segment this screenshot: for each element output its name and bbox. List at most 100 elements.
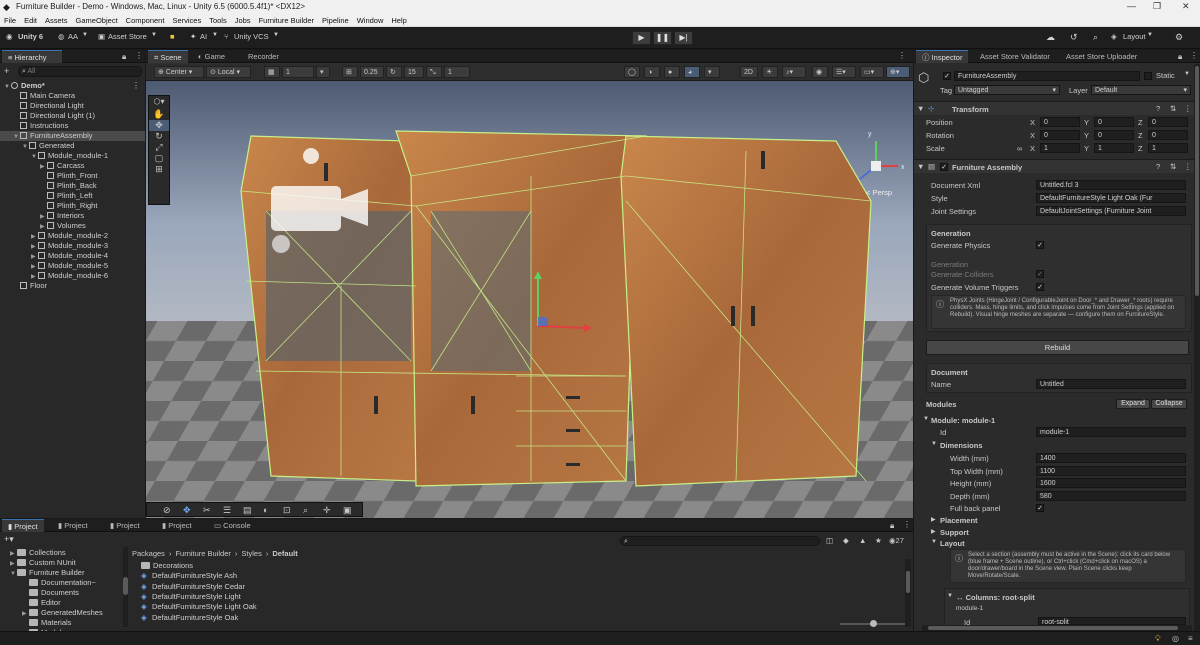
snap-scale-field[interactable]: 1 [444, 66, 470, 78]
hierarchy-item[interactable]: ▶ Module_module-4 [0, 251, 108, 261]
asset-item[interactable]: ◈ DefaultFurnitureStyle Cedar [141, 582, 245, 592]
joint-settings-field[interactable]: DefaultJointSettings (Furniture Joint [1036, 206, 1186, 216]
hierarchy-item[interactable]: ▶ Interiors [0, 211, 84, 221]
asset-item[interactable]: ◈ DefaultFurnitureStyle Light Oak [141, 602, 257, 612]
chevron-down-icon[interactable]: ▼ [1184, 71, 1190, 77]
transform-position-x-field[interactable]: 0 [1040, 117, 1080, 127]
folder-tree-item[interactable]: ▶ Custom NUnit [10, 558, 76, 568]
hierarchy-item[interactable]: Plinth_Back [0, 181, 97, 191]
shaded-wire-icon[interactable]: ◑ [644, 66, 660, 78]
dimension-width-field[interactable]: 1400 [1036, 453, 1186, 463]
folder-tree-item[interactable]: ▼ Furniture Builder [10, 568, 84, 578]
close-icon[interactable]: ✕ [1182, 1, 1190, 12]
lock-icon[interactable]: 🔒︎ [1178, 52, 1182, 62]
dimension-topwidth-field[interactable]: 1100 [1036, 465, 1186, 476]
more-menu-icon[interactable]: ⋮ [135, 51, 143, 60]
inspector-scroll-thumb[interactable] [1195, 66, 1199, 296]
hierarchy-item[interactable]: Directional Light [0, 101, 84, 111]
breadcrumb-styles[interactable]: Styles [241, 549, 261, 558]
transform-rotation-y-field[interactable]: 0 [1094, 130, 1134, 140]
minimize-icon[interactable]: — [1127, 1, 1136, 11]
object-name-field[interactable]: FurnitureAssembly [954, 71, 1140, 81]
asset-item[interactable]: ◈ DefaultFurnitureStyle Light [141, 592, 241, 602]
overlay-tool-7-icon[interactable]: ⊡ [283, 505, 291, 516]
settings-icon[interactable]: ⚙ [1175, 32, 1183, 43]
menu-services[interactable]: Services [172, 16, 201, 25]
visibility-icon[interactable]: ◉ [812, 66, 828, 78]
folder-tree-item[interactable]: Documents [22, 588, 79, 598]
rect-tool-icon[interactable]: ▢ [149, 153, 169, 164]
hierarchy-item[interactable]: ▶ Module_module-6 [0, 271, 108, 281]
document-name-field[interactable]: Untitled [1036, 379, 1186, 389]
filter-type-icon[interactable]: ◫ [826, 536, 833, 545]
menu-window[interactable]: Window [357, 16, 384, 25]
constrain-scale-icon[interactable]: ∞ [1017, 144, 1022, 153]
folder-item[interactable]: Decorations [141, 561, 193, 571]
camera-settings-icon[interactable]: ▭▾ [860, 66, 884, 78]
document-xml-field[interactable]: Untitled.fcl 3 [1036, 180, 1186, 190]
more-menu-icon[interactable]: ⋮ [1184, 162, 1192, 171]
hierarchy-item[interactable]: Plinth_Front [0, 171, 97, 181]
wireframe-shading-icon[interactable]: ◯ [624, 66, 640, 78]
dimension-depth-field[interactable]: 580 [1036, 490, 1186, 501]
filter-log-icon[interactable]: ▲ [859, 536, 866, 545]
overlay-tool-4-icon[interactable]: ☰ [223, 505, 231, 516]
more-menu-icon[interactable]: ⋮ [903, 520, 911, 529]
full-back-panel-checkbox[interactable]: ✓ [1036, 504, 1044, 512]
play-button[interactable]: ▶ [632, 31, 651, 45]
tag-dropdown[interactable]: Untagged ▾ [954, 85, 1060, 95]
snap-move-icon[interactable]: ⊞ [342, 66, 358, 78]
add-icon[interactable]: +▾ [4, 534, 14, 545]
account-button[interactable]: AA [68, 32, 78, 41]
menu-file[interactable]: File [4, 16, 16, 25]
menu-gameobject[interactable]: GameObject [76, 16, 118, 25]
lock-icon[interactable]: 🔒︎ [890, 521, 894, 531]
2d-toggle-icon[interactable]: 2D [740, 66, 758, 78]
hierarchy-item[interactable]: ▼ Demo* [0, 81, 45, 91]
tool-options-icon[interactable]: ⬡▾ [149, 97, 169, 106]
draw-mode-icon[interactable]: ▾ [704, 66, 720, 78]
hierarchy-search-input[interactable]: ⌕ All [18, 66, 142, 77]
overlay-tool-5-icon[interactable]: ▤ [243, 505, 252, 516]
breadcrumb-default[interactable]: Default [272, 549, 297, 558]
transform-rotation-x-field[interactable]: 0 [1040, 130, 1080, 140]
menu-jobs[interactable]: Jobs [235, 16, 251, 25]
generate-volumes-checkbox[interactable]: ✓ [1036, 283, 1044, 291]
foldout-arrow-icon[interactable]: ▶ [931, 528, 936, 535]
hierarchy-item[interactable]: ▶ Module_module-5 [0, 261, 108, 271]
lighting-toggle-icon[interactable]: ☀ [762, 66, 778, 78]
transform-tool-icon[interactable]: ⊞ [149, 164, 169, 175]
tree-scroll-thumb[interactable] [123, 577, 128, 595]
foldout-arrow-icon[interactable]: ▼ [947, 593, 953, 599]
foldout-open-icon[interactable]: ▼ [10, 569, 17, 579]
inspector-scrollbar[interactable] [1194, 64, 1200, 631]
placement-foldout[interactable]: Placement [940, 516, 978, 525]
hierarchy-item[interactable]: ▶ Volumes [0, 221, 86, 231]
hierarchy-item[interactable]: ▶ Module_module-2 [0, 231, 108, 241]
menu-tools[interactable]: Tools [209, 16, 227, 25]
effects-icon[interactable]: ☰▾ [832, 66, 856, 78]
scene-menu-icon[interactable]: ⋮ [132, 81, 140, 90]
asset-store-button[interactable]: Asset Store [108, 32, 147, 41]
help-icon[interactable]: ? [1156, 104, 1160, 113]
tab-recorder[interactable]: Recorder [242, 50, 285, 63]
menu-component[interactable]: Component [126, 16, 165, 25]
transform-header[interactable]: ▼ ⊹ Transform ? ⇅ ⋮ [914, 101, 1194, 115]
more-menu-icon[interactable]: ⋮ [1184, 104, 1192, 113]
module-header[interactable]: Module: module-1 [931, 416, 995, 425]
tab-hierarchy[interactable]: ≡ Hierarchy [2, 50, 62, 63]
transform-position-y-field[interactable]: 0 [1094, 117, 1134, 127]
transform-rotation-z-field[interactable]: 0 [1148, 130, 1188, 140]
hierarchy-item[interactable]: Plinth_Right [0, 201, 97, 211]
transform-position-z-field[interactable]: 0 [1148, 117, 1188, 127]
tab-project-1[interactable]: ▮ Project [2, 519, 44, 532]
tab-scene[interactable]: ⌗ Scene [148, 50, 188, 63]
presets-icon[interactable]: ⇅ [1170, 104, 1176, 113]
hand-tool-icon[interactable]: ✋ [149, 109, 169, 120]
scene-render[interactable]: y x < Persp [146, 81, 913, 518]
menu-edit[interactable]: Edit [24, 16, 37, 25]
snap-move-field[interactable]: 0.25 [360, 66, 384, 78]
folder-tree-item[interactable]: ▶ GeneratedMeshes [22, 608, 103, 618]
layer-dropdown[interactable]: Default ▾ [1091, 85, 1191, 95]
tab-project-3[interactable]: ▮ Project [104, 519, 146, 532]
